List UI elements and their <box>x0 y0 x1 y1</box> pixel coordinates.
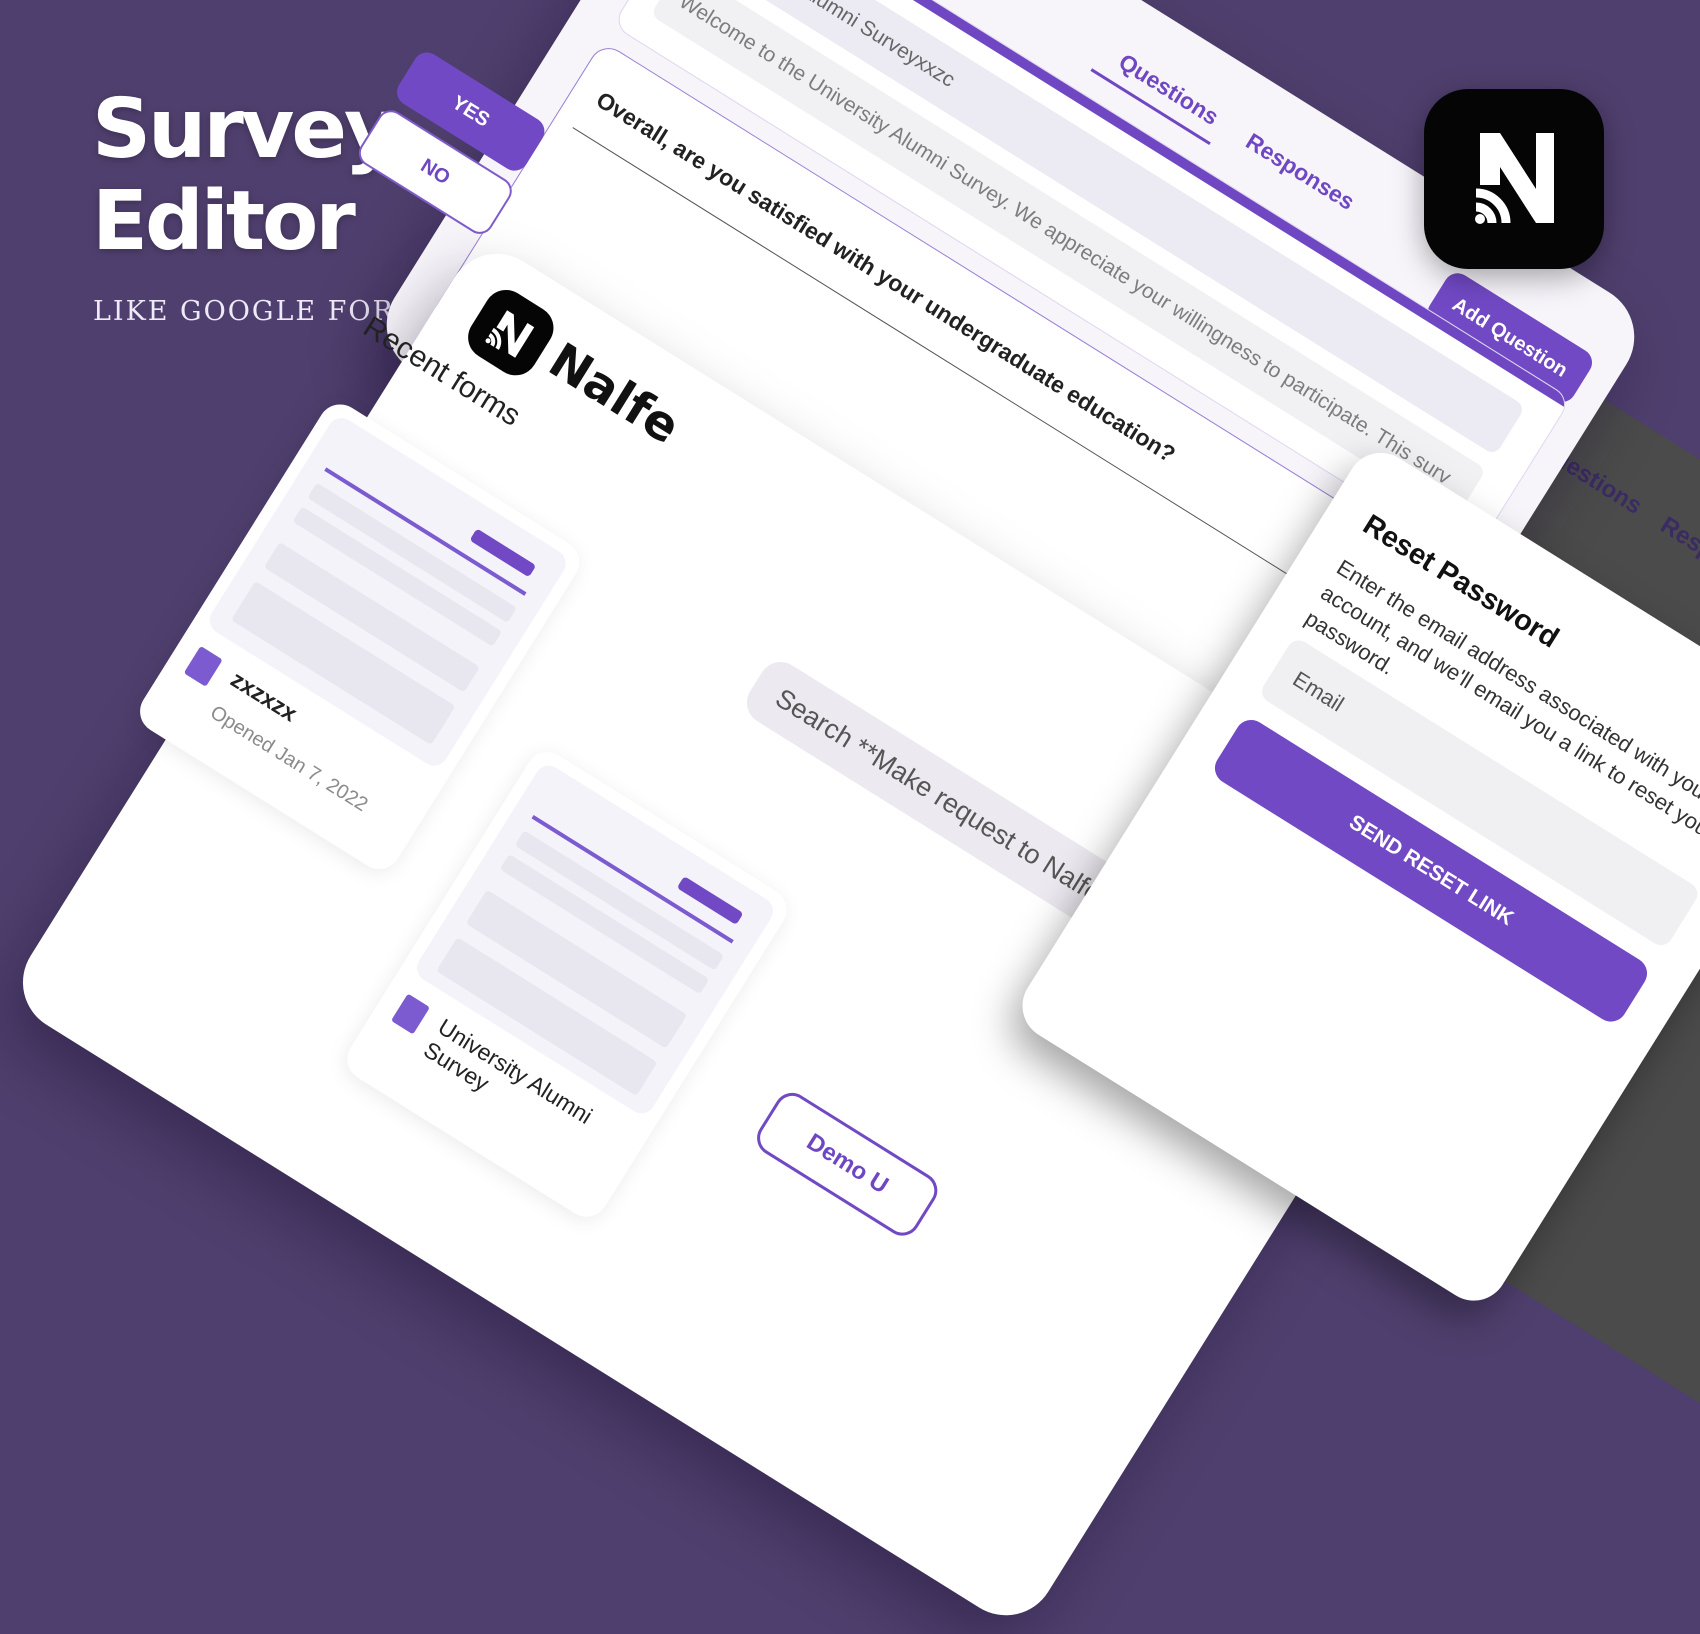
thumbnail-button <box>676 876 744 926</box>
dark-tab-responses: Responses <box>1655 511 1700 603</box>
hero-title-line1: Survey <box>92 82 397 177</box>
form-doc-icon <box>183 645 223 687</box>
hero-title: Survey Editor <box>92 82 397 269</box>
thumbnail-accent-bar <box>531 815 734 944</box>
nalfe-n-logo-icon <box>1424 89 1604 269</box>
brand-name: Nalfe <box>539 332 690 456</box>
hero-title-line2: Editor <box>92 174 356 269</box>
form-thumbnail <box>204 412 572 771</box>
form-doc-icon <box>390 993 430 1035</box>
thumbnail-accent-bar <box>324 467 527 596</box>
thumbnail-button <box>469 528 537 578</box>
demo-button[interactable]: Demo U <box>750 1086 945 1243</box>
